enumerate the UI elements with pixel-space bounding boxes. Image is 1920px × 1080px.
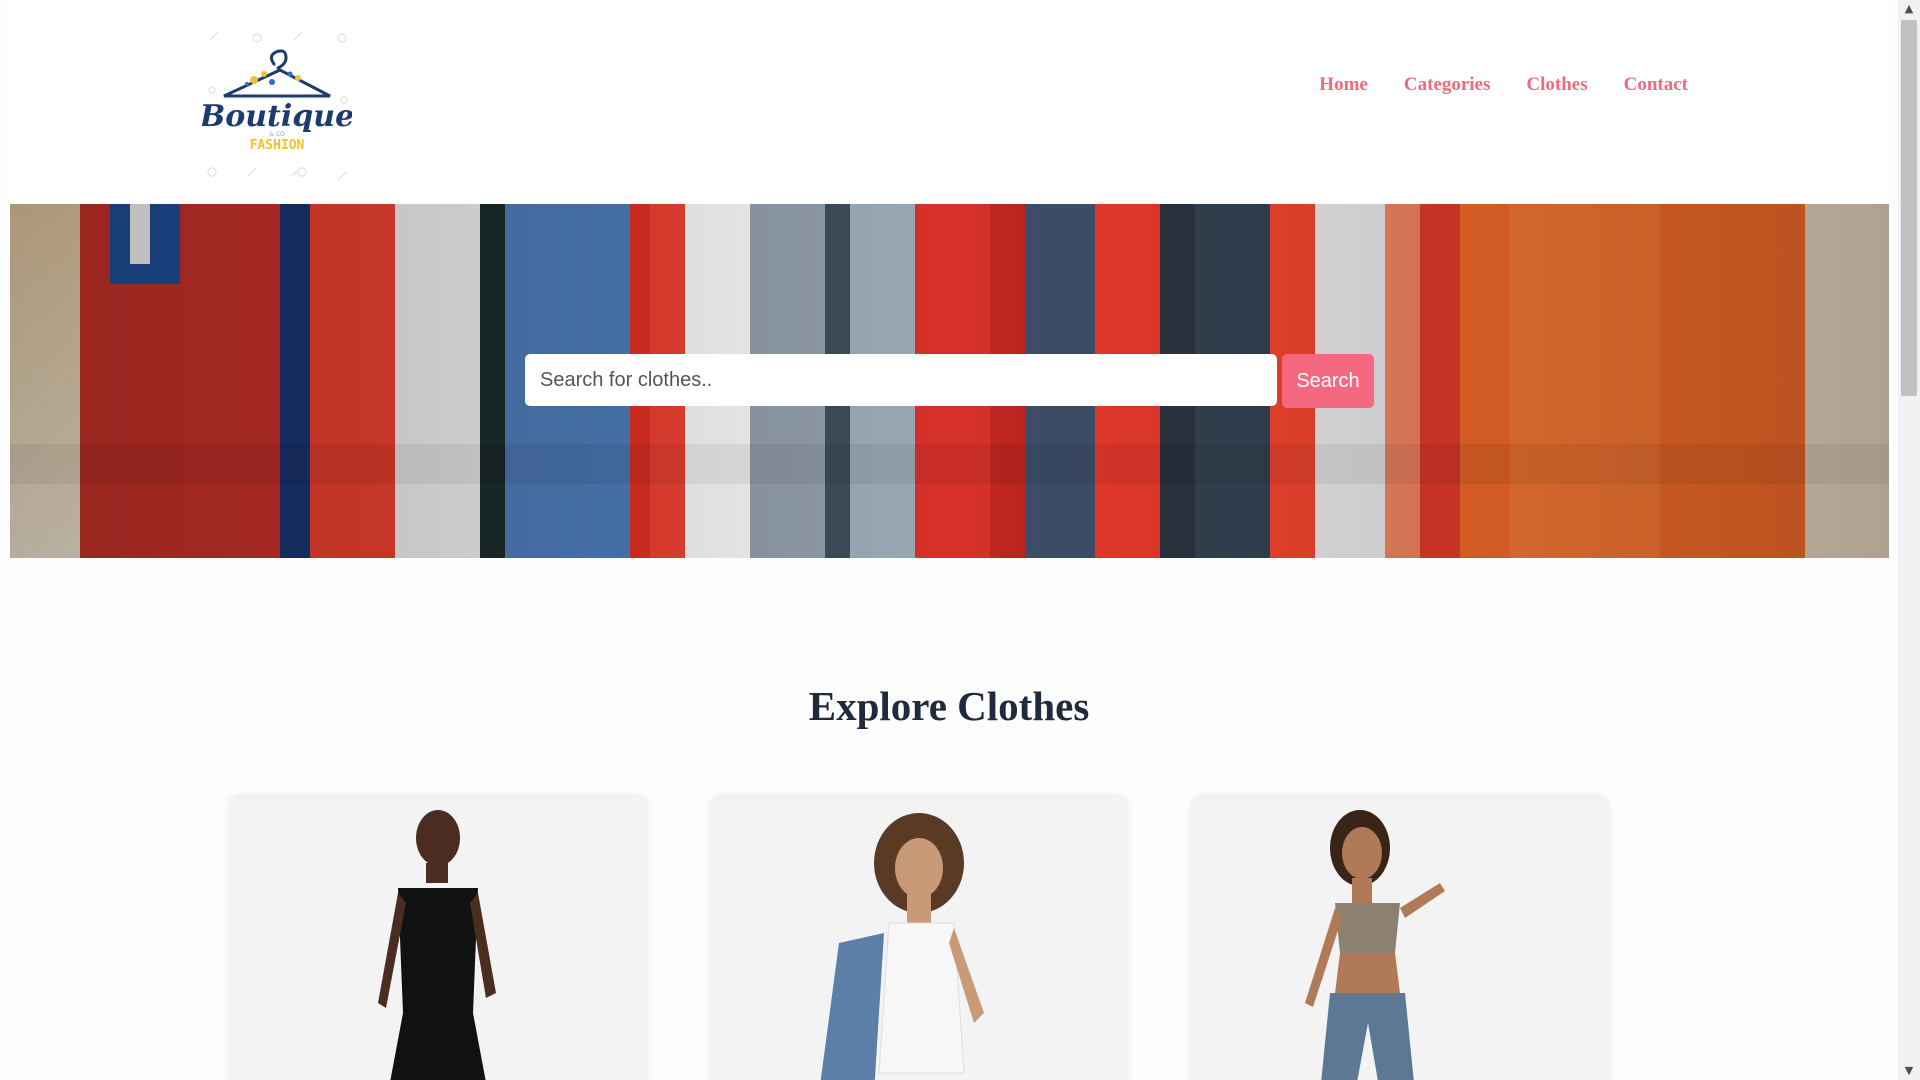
nav-link-clothes[interactable]: Clothes	[1526, 74, 1587, 96]
brand-logo[interactable]: Boutique & CO FASHION	[199, 30, 354, 181]
search-input[interactable]	[525, 354, 1277, 406]
hero-banner: Search	[10, 204, 1889, 558]
vertical-scrollbar[interactable]: ▲ ▼	[1898, 0, 1920, 1080]
model-white-tank-image	[709, 793, 1129, 1080]
nav-link-home[interactable]: Home	[1319, 74, 1368, 96]
logo-main-text: Boutique	[202, 99, 352, 134]
clothing-card[interactable]	[228, 793, 648, 1080]
search-button[interactable]: Search	[1282, 354, 1374, 408]
scroll-down-arrow-icon[interactable]: ▼	[1898, 1062, 1920, 1080]
model-black-dress-image	[228, 793, 648, 1080]
logo-tiny-text: & CO	[269, 131, 285, 138]
hanger-icon: Boutique & CO FASHION	[199, 31, 354, 181]
search-bar: Search	[525, 354, 1374, 408]
page: Boutique & CO FASHION Home Categories Cl…	[0, 0, 1920, 1080]
nav-link-categories[interactable]: Categories	[1404, 74, 1491, 96]
section-title: Explore Clothes	[808, 683, 1090, 729]
nav-link-contact[interactable]: Contact	[1624, 74, 1688, 96]
clothing-card[interactable]	[709, 793, 1129, 1080]
scrollbar-thumb[interactable]	[1901, 20, 1917, 396]
scroll-up-arrow-icon[interactable]: ▲	[1898, 0, 1920, 18]
site-header: Boutique & CO FASHION Home Categories Cl…	[10, 0, 1889, 204]
main-nav: Home Categories Clothes Contact	[1319, 74, 1688, 96]
clothing-card[interactable]	[1190, 793, 1610, 1080]
model-crop-top-image	[1190, 793, 1610, 1080]
logo-sub-text: FASHION	[250, 138, 305, 153]
